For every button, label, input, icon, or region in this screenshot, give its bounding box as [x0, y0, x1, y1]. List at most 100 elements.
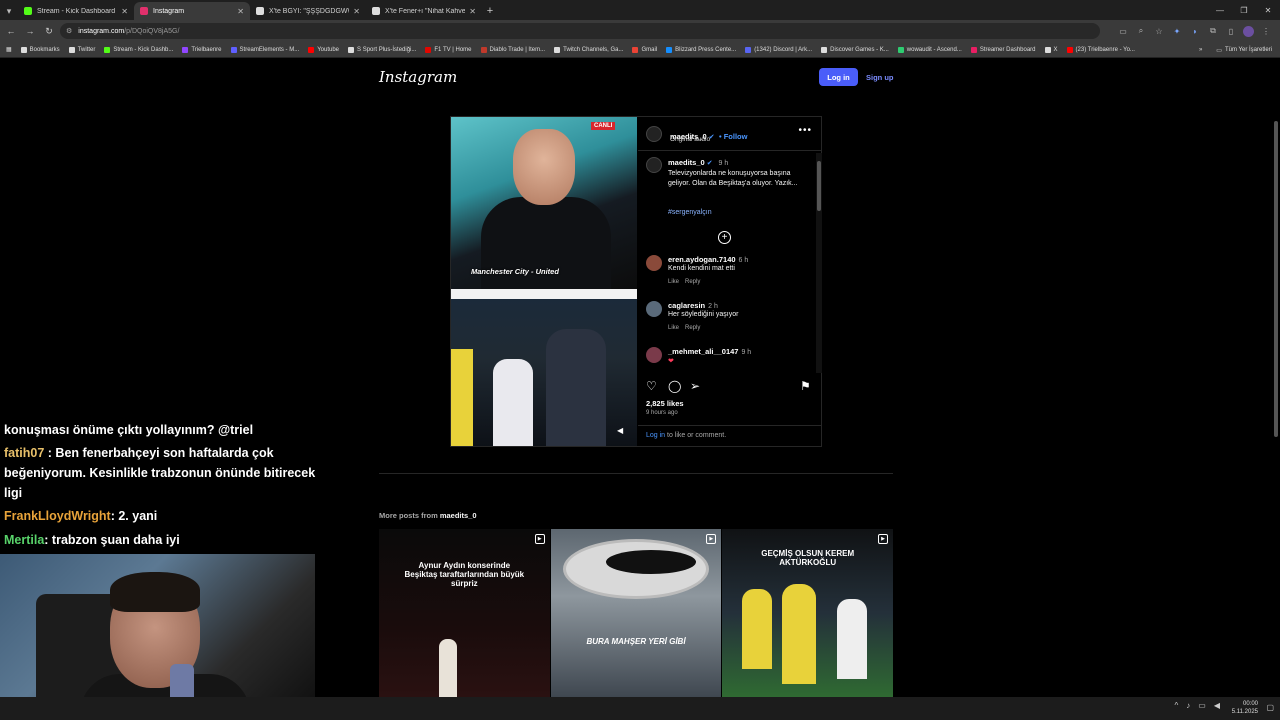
- bookmark-item[interactable]: Blizzard Press Cente...: [666, 46, 736, 53]
- author-avatar[interactable]: [646, 126, 662, 142]
- heart-icon[interactable]: ♡: [646, 379, 657, 393]
- comment-like-button[interactable]: Like: [668, 325, 679, 331]
- close-icon[interactable]: ✕: [237, 7, 244, 16]
- video-divider: [451, 289, 637, 299]
- follow-button[interactable]: • Follow: [719, 132, 747, 141]
- load-more-comments-icon[interactable]: +: [718, 231, 731, 244]
- extension-icon-2[interactable]: ◗: [1189, 27, 1201, 36]
- system-tray: ^ ♪ ▭ ◀: [1175, 701, 1220, 710]
- bookmark-item[interactable]: Bookmarks: [20, 46, 60, 53]
- bookmark-item[interactable]: X: [1044, 46, 1058, 53]
- reload-icon[interactable]: ↻: [41, 23, 57, 39]
- more-posts-user[interactable]: maedits_0: [440, 511, 477, 520]
- hashtag-link[interactable]: #sergenyalçın: [668, 209, 712, 216]
- login-link[interactable]: Log in: [646, 432, 665, 439]
- zoom-icon[interactable]: ⌕: [1135, 26, 1147, 36]
- post-video[interactable]: CANLI Manchester City - United ◀: [451, 117, 637, 446]
- bookmark-item[interactable]: Stream - Kick Dashb...: [104, 46, 173, 53]
- commenter-avatar[interactable]: [646, 301, 662, 317]
- post-thumbnail[interactable]: GEÇMİŞ OLSUN KEREM AKTÜRKOĞLU ▶: [722, 529, 894, 697]
- share-icon[interactable]: ➢: [690, 379, 700, 393]
- volume-icon[interactable]: ◀: [1214, 701, 1220, 710]
- mute-icon[interactable]: ◀: [617, 426, 627, 436]
- extension-icon[interactable]: ✦: [1171, 27, 1183, 36]
- microphone-icon[interactable]: ♪: [1186, 701, 1190, 710]
- caption-username[interactable]: maedits_0: [668, 158, 705, 167]
- tab-search-icon[interactable]: ▾: [0, 2, 18, 20]
- comments-scroll-thumb[interactable]: [817, 161, 821, 211]
- bookmark-item[interactable]: Youtube: [308, 46, 339, 53]
- bookmark-item[interactable]: Discover Games - K...: [821, 46, 889, 53]
- cast-icon[interactable]: ▭: [1117, 27, 1129, 36]
- new-tab-button[interactable]: +: [482, 2, 498, 20]
- commenter-avatar[interactable]: [646, 255, 662, 271]
- bookmark-item[interactable]: Gmail: [632, 46, 657, 53]
- commenter-avatar[interactable]: [646, 347, 662, 363]
- bookmark-item[interactable]: (1342) Discord | Ark...: [745, 46, 812, 53]
- tab-kick-dashboard[interactable]: Stream - Kick Dashboard ✕: [18, 2, 134, 20]
- bookmark-item[interactable]: Twitter: [68, 46, 95, 53]
- login-button[interactable]: Log in: [819, 68, 858, 86]
- page-scrollbar[interactable]: [1274, 121, 1278, 437]
- caption-avatar[interactable]: [646, 157, 662, 173]
- commenter-username[interactable]: _mehmet_ali__0147: [668, 347, 738, 356]
- back-icon[interactable]: ←: [3, 23, 19, 39]
- close-window-icon[interactable]: ✕: [1256, 0, 1280, 20]
- save-icon[interactable]: ⚑: [800, 379, 811, 393]
- network-icon[interactable]: ▭: [1198, 701, 1206, 710]
- extensions-puzzle-icon[interactable]: ⧉: [1207, 26, 1219, 36]
- site-info-icon[interactable]: ⚙: [66, 27, 72, 35]
- chevron-up-icon[interactable]: ^: [1175, 701, 1179, 710]
- bookmark-item[interactable]: wowaudit - Ascend...: [897, 46, 962, 53]
- apps-icon[interactable]: ▦: [6, 46, 12, 53]
- original-audio-link[interactable]: Original audio: [670, 136, 710, 143]
- chat-text: beğeniyorum. Kesinlikle trabzonun önünde…: [4, 466, 316, 480]
- bookmark-item[interactable]: StreamElements - M...: [230, 46, 299, 53]
- close-icon[interactable]: ✕: [121, 7, 128, 16]
- bookmark-item[interactable]: Trielbaenre: [182, 46, 222, 53]
- commenter-username[interactable]: eren.aydogan.7140: [668, 255, 736, 264]
- profile-avatar[interactable]: [1243, 25, 1254, 37]
- minimize-icon[interactable]: —: [1208, 0, 1232, 20]
- bookmark-item[interactable]: F1 TV | Home: [425, 46, 472, 53]
- post-time[interactable]: 9 hours ago: [646, 410, 678, 416]
- post-actions: ♡ ◯ ➢ ⚑: [638, 377, 822, 397]
- comment-reply-button[interactable]: Reply: [685, 279, 700, 285]
- sidebar-icon[interactable]: ▯: [1225, 27, 1237, 36]
- taskbar-clock[interactable]: 00:00 5.11.2025: [1232, 700, 1258, 716]
- chevron-right-icon[interactable]: »: [1199, 47, 1202, 53]
- commenter-username[interactable]: caglaresin: [668, 301, 705, 310]
- comment-reply-button[interactable]: Reply: [685, 325, 700, 331]
- comment-head: eren.aydogan.7140 6 h: [668, 255, 748, 264]
- maximize-icon[interactable]: ❐: [1232, 0, 1256, 20]
- bookmark-item[interactable]: S Sport Plus-İstediği...: [348, 46, 416, 53]
- notification-icon[interactable]: ▢: [1266, 703, 1274, 712]
- comment-item: _mehmet_ali__0147 9 h ❤: [638, 347, 822, 373]
- comment-like-button[interactable]: Like: [668, 279, 679, 285]
- tab-x-bgyi[interactable]: X'te BGYI: "ŞŞŞDĞDĞWWŞŴĞ... ✕: [250, 2, 366, 20]
- menu-icon[interactable]: ⋮: [1260, 27, 1272, 36]
- likes-count[interactable]: 2,825 likes: [646, 399, 684, 408]
- all-bookmarks[interactable]: » ▭ Tüm Yer İşaretleri: [1199, 42, 1272, 58]
- bookmark-item[interactable]: (23) Trielbaenre - Yo...: [1066, 46, 1135, 53]
- forward-icon[interactable]: →: [22, 23, 38, 39]
- comment-icon[interactable]: ◯: [668, 379, 681, 393]
- post-thumbnail[interactable]: Aynur Aydın konserinde Beşiktaş taraftar…: [379, 529, 550, 697]
- tab-instagram[interactable]: Instagram ✕: [134, 2, 250, 20]
- video-frame-bottom: [451, 299, 637, 446]
- chat-message: fatih07 : Ben fenerbahçeyi son haftalard…: [4, 444, 274, 463]
- close-icon[interactable]: ✕: [469, 7, 476, 16]
- bookmark-item[interactable]: Streamer Dashboard: [970, 46, 1036, 53]
- close-icon[interactable]: ✕: [353, 7, 360, 16]
- post-thumbnail[interactable]: BURA MAHŞER YERİ GİBİ ▶: [550, 529, 722, 697]
- tab-x-fener[interactable]: X'te Fener+ı "Nihat Kahveci'nin... ✕: [366, 2, 482, 20]
- video-person-head: [513, 129, 575, 205]
- bookmark-item[interactable]: Diablo Trade | Item...: [480, 46, 545, 53]
- instagram-logo[interactable]: Instagram: [379, 68, 457, 86]
- more-options-icon[interactable]: •••: [798, 125, 812, 136]
- address-bar[interactable]: ⚙ instagram.com/p/DQoiQV8jA5G/: [60, 23, 1100, 39]
- bookmark-label: X: [1053, 46, 1058, 53]
- bookmark-star-icon[interactable]: ☆: [1153, 27, 1165, 36]
- bookmark-item[interactable]: Twitch Channels, Ga...: [554, 46, 623, 53]
- signup-link[interactable]: Sign up: [866, 73, 894, 82]
